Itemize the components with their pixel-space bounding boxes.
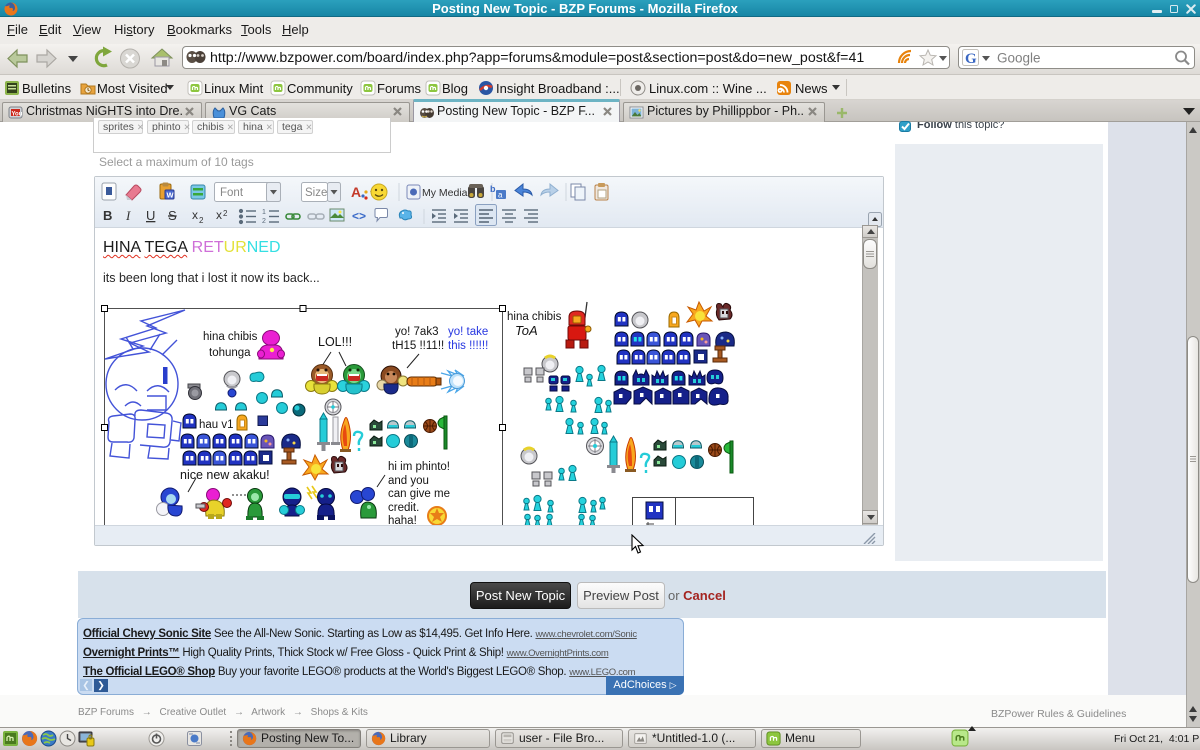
svg-text:LOL!!!: LOL!!! bbox=[318, 335, 352, 349]
svg-text:Font: Font bbox=[220, 187, 244, 199]
svg-text:S: S bbox=[168, 208, 177, 223]
svg-text:x: x bbox=[192, 208, 198, 222]
svg-text:nice new akaku!: nice new akaku! bbox=[180, 468, 270, 482]
svg-text:A: A bbox=[351, 184, 361, 200]
svg-text:My Media: My Media bbox=[422, 187, 468, 199]
svg-text:1: 1 bbox=[262, 209, 266, 216]
svg-text:G: G bbox=[965, 51, 977, 67]
svg-text:credit.: credit. bbox=[388, 502, 419, 514]
svg-text:tohunga: tohunga bbox=[209, 347, 251, 359]
svg-text:hina chibis: hina chibis bbox=[507, 311, 562, 323]
svg-text:haha!: haha! bbox=[388, 515, 417, 525]
svg-text:yo! 7ak3: yo! 7ak3 bbox=[395, 326, 438, 338]
svg-text:I: I bbox=[125, 208, 131, 223]
svg-text:b: b bbox=[490, 184, 496, 194]
svg-text:Size: Size bbox=[305, 187, 327, 199]
svg-text:Google: Google bbox=[997, 51, 1041, 66]
svg-text:a: a bbox=[498, 191, 503, 200]
svg-text:<>: <> bbox=[352, 209, 366, 223]
svg-text:can give me: can give me bbox=[388, 488, 450, 500]
svg-text:2: 2 bbox=[199, 216, 204, 225]
svg-text:2: 2 bbox=[262, 218, 266, 225]
svg-text:2: 2 bbox=[223, 209, 228, 218]
svg-text:this !!!!!!: this !!!!!! bbox=[448, 340, 488, 352]
svg-text:You: You bbox=[12, 112, 23, 118]
svg-text:W: W bbox=[167, 191, 175, 200]
svg-text:tH15 !!11!!: tH15 !!11!! bbox=[392, 340, 444, 352]
svg-text:U: U bbox=[146, 208, 155, 223]
svg-text:hau v1: hau v1 bbox=[199, 419, 234, 431]
svg-text:yo! take: yo! take bbox=[448, 326, 488, 338]
svg-text:hina chibis: hina chibis bbox=[203, 331, 258, 343]
svg-text:hi im phinto!: hi im phinto! bbox=[388, 461, 450, 473]
svg-text:B: B bbox=[103, 208, 112, 223]
svg-text:and you: and you bbox=[388, 475, 429, 487]
svg-text:ToA: ToA bbox=[515, 323, 538, 338]
svg-text:x: x bbox=[216, 208, 222, 222]
